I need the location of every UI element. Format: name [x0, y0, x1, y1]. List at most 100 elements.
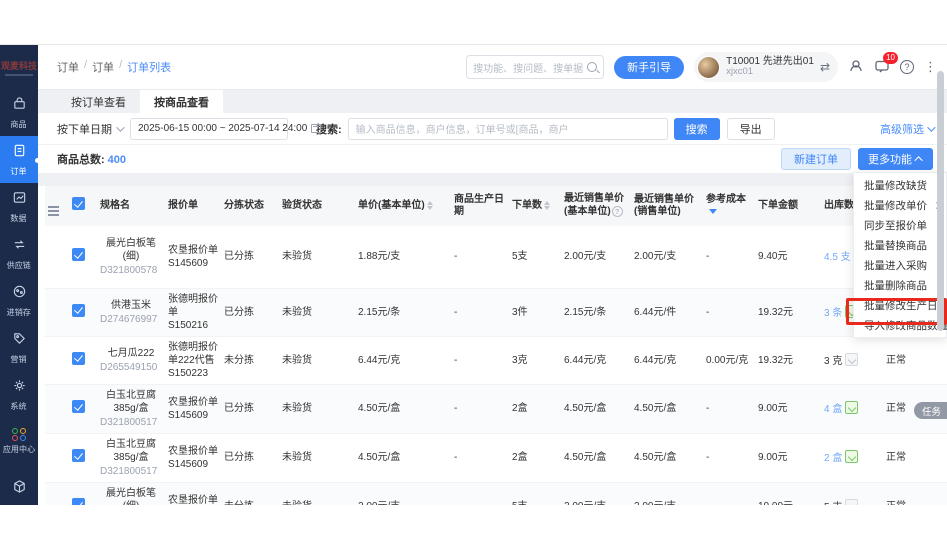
table-row[interactable]: 晨光白板笔 (细)D321800578 农垦报价单 S145609 已分拣 未验… — [45, 226, 947, 288]
recent-sale-cell: 6.44元/克 — [631, 336, 703, 384]
status-cell: 正常 — [883, 482, 947, 505]
row-checkbox[interactable] — [72, 400, 85, 413]
row-checkbox[interactable] — [72, 352, 85, 365]
product-name[interactable]: 白玉北豆腐 385g/盒 — [100, 389, 162, 415]
sort-status-cell: 未分拣 — [221, 336, 279, 384]
table-row[interactable]: 七月瓜222D265549150 张德明报价单222代售S150223 未分拣 … — [45, 336, 947, 384]
date-range-input[interactable]: 2025-06-15 00:00 ~ 2025-07-14 24:00 — [130, 118, 288, 140]
table-row[interactable]: 供港玉米D274676997 张德明报价单S150216 已分拣 未验货 2.1… — [45, 288, 947, 336]
customer-service-icon[interactable] — [848, 58, 864, 77]
user-menu[interactable]: T10001 先进先出01 xjxc01 ⇄ — [694, 52, 838, 82]
table-search-input[interactable]: 输入商品信息，商户信息，订单号或[商品，商户 — [348, 118, 668, 140]
menu-item-batch-edit-shortage[interactable]: 批量修改缺货 — [854, 175, 946, 195]
product-name[interactable]: 白玉北豆腐 385g/盒 — [100, 438, 162, 464]
table-row[interactable]: 白玉北豆腐 385g/盒D321800517 农垦报价单 S145609 已分拣… — [45, 384, 947, 433]
expand-rows-icon[interactable] — [48, 206, 59, 208]
select-all-checkbox[interactable] — [72, 197, 85, 210]
kebab-menu-icon[interactable]: ⋮ — [924, 59, 937, 75]
vertical-scrollbar[interactable] — [937, 71, 944, 331]
avatar[interactable] — [697, 56, 720, 79]
recent-base-cell: 2.00元/支 — [561, 226, 631, 288]
search-icon[interactable] — [587, 62, 597, 72]
advanced-filter-link[interactable]: 高级筛选 — [880, 121, 933, 137]
outbound-cell: 3 克 — [821, 336, 883, 384]
sidebar-item-data[interactable]: 数据 — [0, 183, 38, 230]
tab-by-product[interactable]: 按商品查看 — [140, 90, 223, 113]
row-checkbox[interactable] — [72, 248, 85, 261]
chevron-down-icon — [116, 123, 124, 131]
logo: 观麦科技 — [0, 45, 38, 89]
filter-down-icon[interactable] — [709, 209, 717, 214]
search-button[interactable]: 搜索 — [674, 118, 720, 140]
col-order-qty[interactable]: 下单数 — [509, 186, 561, 226]
more-functions-button[interactable]: 更多功能 — [858, 148, 933, 170]
recent-sale-cell: 4.50元/盒 — [631, 384, 703, 433]
task-badge[interactable]: 任务 — [914, 402, 947, 419]
product-name[interactable]: 晨光白板笔 (细) — [100, 487, 162, 506]
edit-outbound-icon[interactable] — [845, 450, 858, 463]
annotation-highlight-box — [846, 298, 947, 325]
col-recent-base: 最近销售单价 (基本单位)? — [561, 186, 631, 226]
top-bar: 订单 / 订单 / 订单列表 搜功能、搜问题、搜单据 新手引导 T10001 先… — [38, 45, 947, 89]
menu-item-batch-purchase[interactable]: 批量进入采购 — [854, 255, 946, 275]
date-type-select[interactable]: 按下单日期 — [57, 121, 122, 137]
table-row[interactable]: 白玉北豆腐 385g/盒D321800517 农垦报价单 S145609 已分拣… — [45, 433, 947, 482]
sidebar-item-goods[interactable]: 商品 — [0, 89, 38, 136]
menu-item-batch-delete[interactable]: 批量删除商品 — [854, 275, 946, 295]
switch-account-icon[interactable]: ⇄ — [820, 60, 830, 74]
menu-item-batch-edit-price[interactable]: 批量修改单价 — [854, 195, 946, 215]
filter-bar: 按下单日期 2025-06-15 00:00 ~ 2025-07-14 24:0… — [38, 113, 947, 144]
product-name[interactable]: 供港玉米 — [100, 299, 162, 312]
sort-icon[interactable] — [544, 201, 550, 210]
col-unit-price[interactable]: 单价(基本单位) — [355, 186, 451, 226]
sidebar-item-orders[interactable]: 订单 — [0, 136, 38, 183]
message-icon[interactable]: 10 — [874, 58, 890, 77]
sidebar-item-system[interactable]: 系统 — [0, 371, 38, 418]
menu-item-batch-replace[interactable]: 批量替换商品 — [854, 235, 946, 255]
row-checkbox[interactable] — [72, 449, 85, 462]
sidebar-item-marketing[interactable]: 营销 — [0, 324, 38, 371]
col-recent-sale: 最近销售单价 (销售单位) — [631, 186, 703, 226]
help-icon[interactable]: ? — [900, 60, 914, 74]
marketing-icon — [12, 331, 27, 351]
menu-item-sync-quote[interactable]: 同步至报价单 — [854, 215, 946, 235]
breadcrumb-item[interactable]: 订单 — [57, 59, 79, 75]
recent-sale-cell: 2.00元/支 — [631, 482, 703, 505]
sidebar-item-app-center[interactable]: 应用中心 — [0, 418, 38, 465]
sort-icon[interactable] — [427, 201, 433, 210]
breadcrumb-item[interactable]: 订单 — [92, 59, 114, 75]
sidebar-item-inventory[interactable]: 进销存 — [0, 277, 38, 324]
col-spec: 规格名 — [97, 186, 165, 226]
chevron-up-icon — [914, 156, 922, 164]
recent-base-cell: 6.44元/克 — [561, 336, 631, 384]
global-search-input[interactable]: 搜功能、搜问题、搜单据 — [466, 55, 604, 79]
apps-icon — [12, 428, 27, 441]
ref-cost-cell: - — [703, 384, 755, 433]
order-amount-cell: 9.00元 — [755, 384, 821, 433]
product-name[interactable]: 晨光白板笔 (细) — [100, 237, 162, 263]
quote-cell: 张德明报价单S150216 — [165, 288, 221, 336]
table-row[interactable]: 晨光白板笔 (细)D3218005 农垦报价单 S145609 未分拣 未验货 … — [45, 482, 947, 505]
order-qty-cell: 2盒 — [509, 433, 561, 482]
status-cell: 正常 — [883, 336, 947, 384]
col-ref-cost[interactable]: 参考成本 — [703, 186, 755, 226]
row-checkbox[interactable] — [72, 498, 85, 505]
sidebar-item-supply-chain[interactable]: 供应链 — [0, 230, 38, 277]
edit-outbound-icon[interactable] — [845, 401, 858, 414]
order-qty-cell: 3克 — [509, 336, 561, 384]
guide-button[interactable]: 新手引导 — [614, 56, 684, 79]
new-order-button[interactable]: 新建订单 — [781, 148, 851, 170]
unit-price-cell: 2.15元/条 — [355, 288, 451, 336]
export-button[interactable]: 导出 — [727, 118, 775, 140]
tab-by-order[interactable]: 按订单查看 — [57, 90, 140, 113]
inspect-status-cell: 未验货 — [279, 482, 355, 505]
cube-icon — [12, 479, 27, 499]
info-icon[interactable]: ? — [612, 206, 623, 217]
sort-status-cell: 未分拣 — [221, 482, 279, 505]
sidebar-item-more[interactable] — [0, 465, 38, 505]
ref-cost-cell: - — [703, 288, 755, 336]
unit-price-cell: 2.00元/支 — [355, 482, 451, 505]
row-checkbox[interactable] — [72, 304, 85, 317]
supply-chain-icon — [12, 237, 27, 257]
product-name[interactable]: 七月瓜222 — [100, 347, 162, 360]
